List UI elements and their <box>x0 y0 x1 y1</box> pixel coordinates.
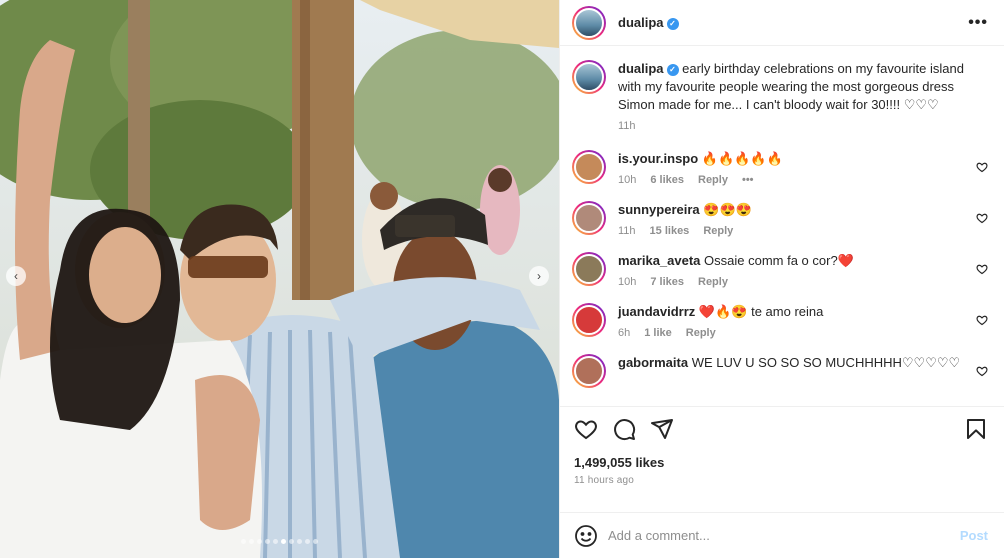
caption-username[interactable]: dualipa <box>618 61 664 76</box>
caption-time: 11h <box>618 120 636 132</box>
commenter-username[interactable]: gabormaita <box>618 355 688 370</box>
photo-dot <box>257 539 262 544</box>
chevron-right-icon: › <box>537 269 541 283</box>
post-comment-button[interactable]: Post <box>960 528 988 543</box>
previous-photo-button[interactable]: ‹ <box>6 266 26 286</box>
like-comment-heart-icon[interactable] <box>976 314 988 326</box>
commenter-avatar[interactable] <box>572 252 606 286</box>
photo-dot <box>265 539 270 544</box>
commenter-avatar[interactable] <box>572 201 606 235</box>
likes-count[interactable]: 1,499,055 likes <box>574 455 988 470</box>
commenter-username[interactable]: marika_aveta <box>618 253 700 268</box>
comment-text: 😍😍😍 <box>703 202 752 217</box>
comment-likes[interactable]: 7 likes <box>650 276 684 288</box>
commenter-username[interactable]: juandavidrrz <box>618 304 695 319</box>
comment-icon[interactable] <box>612 417 636 441</box>
photo-dot <box>305 539 310 544</box>
verified-badge-icon: ✓ <box>666 17 679 30</box>
post-actions: 1,499,055 likes 11 hours ago <box>560 406 1004 512</box>
next-photo-button[interactable]: › <box>529 266 549 286</box>
comment-more-icon[interactable]: ••• <box>742 174 754 186</box>
photo-dot <box>313 539 318 544</box>
commenter-username[interactable]: sunnypereira <box>618 202 700 217</box>
photo-dot <box>249 539 254 544</box>
post-photo[interactable]: ‹ › <box>0 0 559 558</box>
like-comment-heart-icon[interactable] <box>976 263 988 275</box>
comment-likes[interactable]: 15 likes <box>650 225 690 237</box>
post-caption: dualipa ✓ early birthday celebrations on … <box>572 60 988 132</box>
photo-dot <box>273 539 278 544</box>
post-details-panel: dualipa ✓ ••• dualipa ✓ early birthday cel… <box>559 0 1004 558</box>
comment-time[interactable]: 10h <box>618 174 636 186</box>
author-avatar[interactable] <box>572 5 606 40</box>
comment-likes[interactable]: 6 likes <box>650 174 684 186</box>
bookmark-icon[interactable] <box>964 417 988 441</box>
caption-author-avatar[interactable] <box>572 60 606 94</box>
comment-row: marika_aveta Ossaie comm fa o cor?❤️ 10h… <box>572 252 988 288</box>
photo-scene <box>0 0 559 558</box>
reply-button[interactable]: Reply <box>703 225 733 237</box>
like-comment-heart-icon[interactable] <box>976 365 988 377</box>
comment-time[interactable]: 11h <box>618 225 636 237</box>
like-comment-heart-icon[interactable] <box>976 161 988 173</box>
caption-text-block: dualipa ✓ early birthday celebrations on … <box>618 60 966 114</box>
instagram-post: ‹ › dualipa ✓ ••• dualipa ✓ early birthday… <box>0 0 1004 558</box>
comment-row: gabormaita WE LUV U SO SO SO MUCHHHHH♡♡♡… <box>572 354 988 388</box>
comment-text: ❤️🔥😍 te amo reina <box>698 304 824 319</box>
comment-text: 🔥🔥🔥🔥🔥 <box>701 151 783 166</box>
photo-dot <box>289 539 294 544</box>
comment-row: is.your.inspo 🔥🔥🔥🔥🔥 10h 6 likes Reply ••• <box>572 150 988 186</box>
commenter-avatar[interactable] <box>572 303 606 337</box>
photo-pagination-dots <box>0 539 559 544</box>
comment-time[interactable]: 6h <box>618 327 630 339</box>
reply-button[interactable]: Reply <box>698 276 728 288</box>
reply-button[interactable]: Reply <box>686 327 716 339</box>
heart-icon[interactable] <box>574 417 598 441</box>
reply-button[interactable]: Reply <box>698 174 728 186</box>
verified-badge-icon: ✓ <box>666 63 679 76</box>
chevron-left-icon: ‹ <box>14 269 18 283</box>
commenter-avatar[interactable] <box>572 150 606 184</box>
like-comment-heart-icon[interactable] <box>976 212 988 224</box>
post-header: dualipa ✓ ••• <box>560 0 1004 46</box>
comment-text: Ossaie comm fa o cor?❤️ <box>704 253 854 268</box>
comment-likes[interactable]: 1 like <box>644 327 672 339</box>
more-options-icon[interactable]: ••• <box>968 14 988 32</box>
comment-row: juandavidrrz ❤️🔥😍 te amo reina 6h 1 like R… <box>572 303 988 339</box>
commenter-avatar[interactable] <box>572 354 606 388</box>
photo-dot <box>297 539 302 544</box>
photo-dot <box>281 539 286 544</box>
photo-dot <box>241 539 246 544</box>
comment-row: sunnypereira 😍😍😍 11h 15 likes Reply <box>572 201 988 237</box>
post-timestamp[interactable]: 11 hours ago <box>574 475 988 486</box>
comment-text: WE LUV U SO SO SO MUCHHHHH♡♡♡♡♡ <box>691 355 961 370</box>
author-username[interactable]: dualipa ✓ <box>618 15 679 30</box>
emoji-icon[interactable] <box>574 524 598 548</box>
comments-list[interactable]: dualipa ✓ early birthday celebrations on … <box>560 46 1004 406</box>
add-comment-bar: Post <box>560 512 1004 558</box>
comment-time[interactable]: 10h <box>618 276 636 288</box>
share-icon[interactable] <box>650 417 674 441</box>
add-comment-input[interactable] <box>608 528 960 543</box>
commenter-username[interactable]: is.your.inspo <box>618 151 698 166</box>
